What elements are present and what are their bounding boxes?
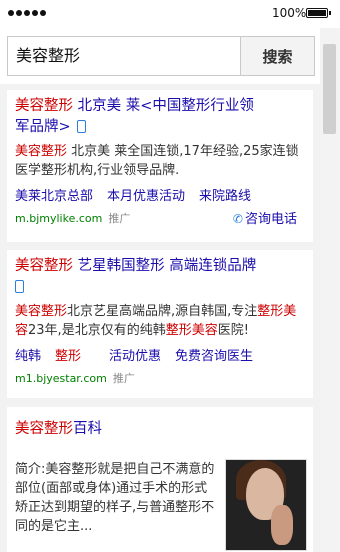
result-desc-1: 美容整形 北京美 莱全国连锁,17年经验,25家连锁医学整形机构,行业领导品牌. bbox=[15, 144, 299, 178]
call-link[interactable]: ✆ 咨询电话 bbox=[233, 208, 297, 227]
result-title-2[interactable]: 美容整形 艺星韩国整形 高端连锁品牌 bbox=[15, 256, 305, 298]
search-input[interactable]: 美容整形 bbox=[7, 36, 241, 76]
link-korean[interactable]: 纯韩 整形 bbox=[15, 349, 95, 364]
status-bar: 100% bbox=[0, 0, 340, 28]
result-title-3[interactable]: 美容整形百科 bbox=[15, 419, 305, 440]
link-consult[interactable]: 免费咨询医生 bbox=[175, 349, 253, 364]
battery-icon bbox=[306, 8, 331, 18]
signal-icon bbox=[8, 10, 46, 16]
result-links-2: 纯韩 整形 活动优惠 免费咨询医生 bbox=[15, 345, 305, 364]
search-bar: 美容整形 搜索 bbox=[0, 28, 340, 84]
link-route[interactable]: 来院路线 bbox=[199, 189, 251, 204]
scroll-thumb[interactable] bbox=[323, 44, 336, 134]
mobile-icon bbox=[15, 280, 24, 293]
result-url-1[interactable]: m.bjmylike.com bbox=[15, 212, 102, 225]
ad-label: 推广 bbox=[112, 372, 135, 385]
battery-percent: 100% bbox=[272, 6, 307, 20]
result-meta-2: m1.bjyestar.com 推广 bbox=[15, 370, 305, 386]
result-title-1[interactable]: 美容整形 北京美 莱<中国整形行业领 军品牌> bbox=[15, 96, 305, 138]
result-card-3: 美容整形百科 简介:美容整形就是把自己不满意的部位(面部或身体)通过手术的形式矫… bbox=[7, 407, 313, 552]
result-links-1: 美莱北京总部 本月优惠活动 来院路线 bbox=[15, 185, 305, 204]
phone-icon: ✆ bbox=[232, 212, 243, 226]
mobile-icon bbox=[76, 120, 86, 133]
result-meta-1: m.bjmylike.com 推广 ✆ 咨询电话 bbox=[15, 208, 305, 227]
result-desc-3: 简介:美容整形就是把自己不满意的部位(面部或身体)通过手术的形式矫正达到期望的样… bbox=[15, 462, 215, 534]
link-promo[interactable]: 本月优惠活动 bbox=[107, 189, 185, 204]
result-card-2: 美容整形 艺星韩国整形 高端连锁品牌 美容整形北京艺星高端品牌,源自韩国,专注整… bbox=[7, 250, 313, 398]
result-thumbnail[interactable] bbox=[225, 459, 307, 551]
ad-label: 推广 bbox=[108, 212, 131, 225]
search-button[interactable]: 搜索 bbox=[240, 36, 315, 76]
link-hq[interactable]: 美莱北京总部 bbox=[15, 189, 93, 204]
link-promo[interactable]: 活动优惠 bbox=[109, 349, 161, 364]
scrollbar[interactable] bbox=[320, 28, 340, 552]
result-desc-2: 美容整形北京艺星高端品牌,源自韩国,专注整形美容23年,是北京仅有的纯韩整形美容… bbox=[15, 304, 297, 338]
result-url-2[interactable]: m1.bjyestar.com bbox=[15, 372, 107, 385]
result-card-1: 美容整形 北京美 莱<中国整形行业领 军品牌> 美容整形 北京美 莱全国连锁,1… bbox=[7, 90, 313, 242]
